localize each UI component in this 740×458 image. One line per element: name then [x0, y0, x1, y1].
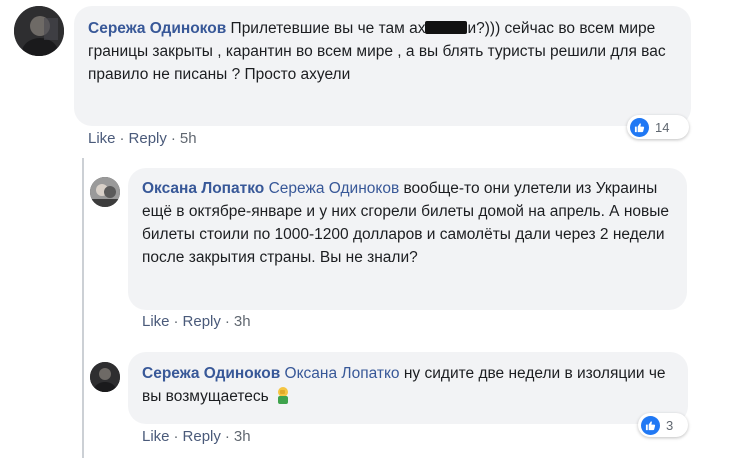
comment-author[interactable]: Сережа Одиноков [142, 365, 280, 382]
reply-link[interactable]: Reply [129, 130, 167, 147]
reaction-summary[interactable]: 14 [627, 115, 689, 139]
comment-actions: Like · Reply · 3h [142, 428, 251, 445]
like-link[interactable]: Like [88, 130, 116, 147]
reply-thread-line [82, 158, 84, 458]
reaction-summary[interactable]: 3 [638, 413, 688, 437]
reply-link[interactable]: Reply [183, 428, 221, 445]
comment-bubble: Оксана Лопатко Сережа Одиноков вообще-то… [128, 168, 687, 310]
avatar[interactable] [14, 6, 64, 56]
thumbs-up-icon [630, 117, 649, 137]
reaction-count: 14 [655, 119, 670, 135]
comment-author[interactable]: Сережа Одиноков [88, 20, 226, 37]
reply-link[interactable]: Reply [183, 313, 221, 330]
comment-actions: Like · Reply · 3h [142, 313, 251, 330]
comment-bubble: Сережа Одиноков Оксана Лопатко ну сидите… [128, 352, 688, 424]
comment-timestamp[interactable]: 5h [180, 130, 197, 147]
avatar[interactable] [90, 362, 120, 392]
avatar[interactable] [90, 177, 120, 207]
comment-bubble: Сережа Одиноков Прилетевшие вы че там ах… [74, 6, 691, 126]
like-link[interactable]: Like [142, 313, 170, 330]
thumbs-up-icon [641, 415, 660, 435]
facepalm-emoji [273, 385, 293, 412]
comment-timestamp[interactable]: 3h [234, 313, 251, 330]
mention-link[interactable]: Оксана Лопатко [285, 365, 400, 382]
redacted-word [425, 21, 468, 34]
like-link[interactable]: Like [142, 428, 170, 445]
comment-author[interactable]: Оксана Лопатко [142, 180, 264, 197]
mention-link[interactable]: Сережа Одиноков [269, 180, 400, 197]
comment-timestamp[interactable]: 3h [234, 428, 251, 445]
reaction-count: 3 [666, 417, 674, 433]
comment-actions: Like · Reply · 5h [88, 130, 197, 147]
